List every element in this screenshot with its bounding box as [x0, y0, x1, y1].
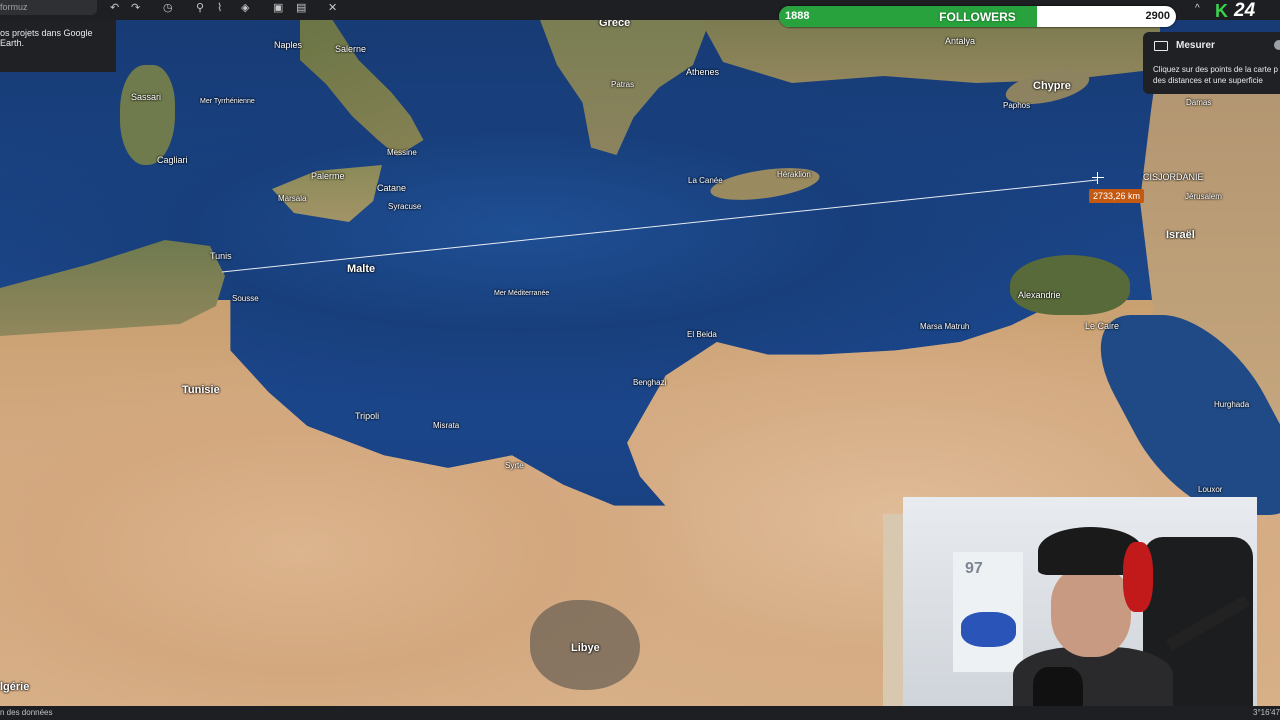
- poster-number: 97: [965, 560, 983, 577]
- followers-progress-bar: 1888 FOLLOWERS 2900: [779, 6, 1176, 27]
- label-misrata: Misrata: [433, 421, 460, 430]
- label-damas: Damas: [1186, 98, 1212, 107]
- label-hurghada: Hurghada: [1214, 400, 1250, 409]
- label-syracuse: Syracuse: [388, 202, 422, 211]
- label-mer-tyrrhenienne: Mer Tyrrhénienne: [200, 98, 255, 105]
- ruler-icon: [1154, 41, 1168, 51]
- measure-tool-icon[interactable]: ✕: [328, 1, 337, 14]
- layers-icon[interactable]: ◈: [241, 1, 249, 14]
- followers-target: 2900: [1145, 10, 1170, 22]
- label-jerusalem: Jérusalem: [1185, 192, 1222, 201]
- label-tripoli: Tripoli: [355, 411, 380, 421]
- label-alexandrie: Alexandrie: [1018, 290, 1061, 300]
- label-chypre: Chypre: [1033, 80, 1071, 92]
- label-mer-mediterranee: Mer Méditerranée: [494, 290, 550, 297]
- tooltip-panel: os projets dans Google Earth.: [0, 20, 116, 72]
- placemark-icon[interactable]: ⚲: [196, 1, 204, 14]
- streamer-face: [1051, 567, 1131, 657]
- label-israel: Israël: [1166, 229, 1195, 241]
- undo-icon[interactable]: ↶: [110, 1, 119, 14]
- microphone-icon: [1033, 667, 1083, 707]
- search-input[interactable]: formuz: [0, 0, 97, 15]
- logo-number: 24: [1234, 0, 1256, 21]
- label-messine: Messine: [387, 148, 417, 157]
- motorbike-image: [961, 612, 1016, 647]
- label-benghazi: Benghazi: [633, 378, 667, 387]
- label-cisjordanie: CISJORDANIE: [1143, 172, 1204, 182]
- label-marsa-matruh: Marsa Matruh: [920, 322, 970, 331]
- search-input-value: formuz: [0, 2, 28, 12]
- label-patras: Patras: [611, 80, 635, 89]
- measure-panel: Mesurer Cliquez sur des points de la car…: [1143, 32, 1280, 94]
- label-sousse: Sousse: [232, 294, 259, 303]
- label-heraklion: Héraklion: [777, 170, 811, 179]
- label-syrte: Syrte: [505, 461, 524, 470]
- label-la-canee: La Canée: [688, 176, 723, 185]
- photo-icon[interactable]: ▤: [296, 1, 306, 14]
- label-marsala: Marsala: [278, 194, 307, 203]
- label-salerne: Salerne: [335, 44, 367, 54]
- webcam-edge: [883, 514, 903, 707]
- redo-icon[interactable]: ↷: [131, 1, 140, 14]
- label-paphos: Paphos: [1003, 101, 1031, 110]
- label-catane: Catane: [377, 183, 407, 193]
- label-tunisie: Tunisie: [182, 384, 220, 396]
- bottom-status-bar: n des données 3°16'47: [0, 706, 1280, 720]
- label-sassari: Sassari: [131, 92, 162, 102]
- webcam-overlay: 97: [903, 497, 1257, 707]
- image-icon[interactable]: ▣: [273, 1, 283, 14]
- coordinates-readout: 3°16'47: [1253, 708, 1280, 717]
- label-libye: Libye: [571, 642, 600, 654]
- close-icon[interactable]: [1274, 40, 1280, 50]
- label-naples: Naples: [274, 40, 303, 50]
- k-logo-icon: K: [1215, 1, 1228, 21]
- tooltip-text: os projets dans Google Earth.: [0, 28, 93, 48]
- channel-logo: K 24: [1213, 0, 1263, 24]
- distance-badge: 2733,26 km: [1089, 189, 1145, 203]
- streamer: [1013, 527, 1173, 707]
- label-louxor: Louxor: [1198, 485, 1223, 494]
- data-attribution-link[interactable]: n des données: [0, 708, 53, 717]
- history-icon[interactable]: ◷: [163, 1, 173, 14]
- label-le-caire: Le Caire: [1085, 321, 1120, 331]
- label-tunis: Tunis: [210, 251, 232, 261]
- label-palerme: Palerme: [311, 171, 345, 181]
- path-icon[interactable]: ⌇: [217, 1, 222, 14]
- chevron-up-icon[interactable]: ^: [1195, 3, 1200, 14]
- measure-description: Cliquez sur des points de la carte p des…: [1153, 65, 1278, 85]
- label-algerie: lgérie: [0, 681, 30, 693]
- headset-icon: [1123, 542, 1153, 612]
- label-antalya: Antalya: [945, 36, 976, 46]
- label-el-beida: El Beida: [687, 330, 717, 339]
- crosshair-icon: [1092, 172, 1104, 184]
- label-malte: Malte: [347, 263, 376, 275]
- label-athenes: Athenes: [686, 67, 720, 77]
- followers-label: FOLLOWERS: [939, 10, 1016, 24]
- label-cagliari: Cagliari: [157, 155, 188, 165]
- measure-title: Mesurer: [1176, 40, 1215, 51]
